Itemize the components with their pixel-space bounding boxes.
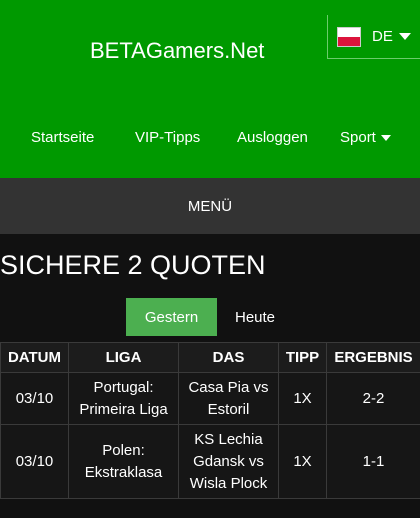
cell-league: Polen: Ekstraklasa <box>68 424 179 499</box>
menu-toggle[interactable]: MENÜ <box>0 178 420 234</box>
column-header-tipp: TIPP <box>278 342 327 373</box>
cell-date: 03/10 <box>0 424 69 499</box>
cell-tip: 1X <box>278 372 327 425</box>
language-code: DE <box>372 28 393 45</box>
site-header: BETAGamers.Net DE Startseite VIP-Tipps A… <box>0 0 420 178</box>
cell-result: 2-2 <box>326 372 420 425</box>
cell-match: KS Lechia Gdansk vs Wisla Plock <box>178 424 279 499</box>
tips-table: DATUM LIGA DAS TIPP ERGEBNIS 03/10 Portu… <box>0 342 420 499</box>
column-header-ergebnis: ERGEBNIS <box>326 342 420 373</box>
cell-date: 03/10 <box>0 372 69 425</box>
nav-sport[interactable]: Sport <box>340 129 391 146</box>
cell-league: Portugal: Primeira Liga <box>68 372 179 425</box>
chevron-down-icon <box>380 135 391 142</box>
cell-match: Casa Pia vs Estoril <box>178 372 279 425</box>
main-nav: Startseite VIP-Tipps Ausloggen Sport <box>0 129 420 149</box>
column-header-liga: LIGA <box>68 342 179 373</box>
table-row: 03/10 Portugal: Primeira Liga Casa Pia v… <box>0 372 420 425</box>
table-header-row: DATUM LIGA DAS TIPP ERGEBNIS <box>0 342 420 373</box>
menu-label: MENÜ <box>187 197 233 215</box>
cell-tip: 1X <box>278 424 327 499</box>
page-title: SICHERE 2 QUOTEN <box>0 250 266 280</box>
cell-result: 1-1 <box>326 424 420 499</box>
site-title[interactable]: BETAGamers.Net <box>90 38 264 64</box>
nav-startseite[interactable]: Startseite <box>31 129 94 146</box>
chevron-down-icon <box>398 33 411 40</box>
column-header-das: DAS <box>178 342 279 373</box>
language-selector[interactable]: DE <box>327 15 420 59</box>
tab-gestern[interactable]: Gestern <box>126 298 217 336</box>
nav-ausloggen[interactable]: Ausloggen <box>237 129 308 146</box>
nav-vip-tipps[interactable]: VIP-Tipps <box>135 129 200 146</box>
nav-sport-label: Sport <box>340 129 376 146</box>
table-row: 03/10 Polen: Ekstraklasa KS Lechia Gdans… <box>0 424 420 499</box>
tab-heute[interactable]: Heute <box>222 298 288 336</box>
german-flag-icon <box>338 27 360 46</box>
column-header-datum: DATUM <box>0 342 69 373</box>
